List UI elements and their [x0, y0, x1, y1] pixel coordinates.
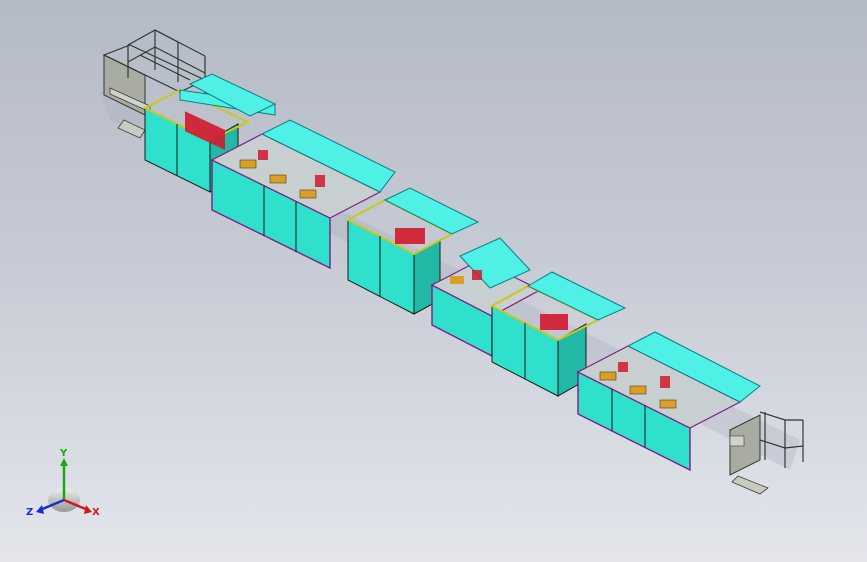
z-axis-label: Z: [26, 507, 33, 518]
z-axis-arrow: [36, 505, 44, 514]
assembly-line-model[interactable]: Y Z X: [0, 0, 867, 562]
coordinate-triad: Y Z X: [26, 448, 100, 518]
cad-viewport[interactable]: Y Z X: [0, 0, 867, 562]
y-axis-arrow: [60, 458, 68, 466]
x-axis-arrow: [84, 505, 92, 514]
x-axis-label: X: [92, 507, 100, 518]
y-axis-label: Y: [59, 448, 68, 459]
